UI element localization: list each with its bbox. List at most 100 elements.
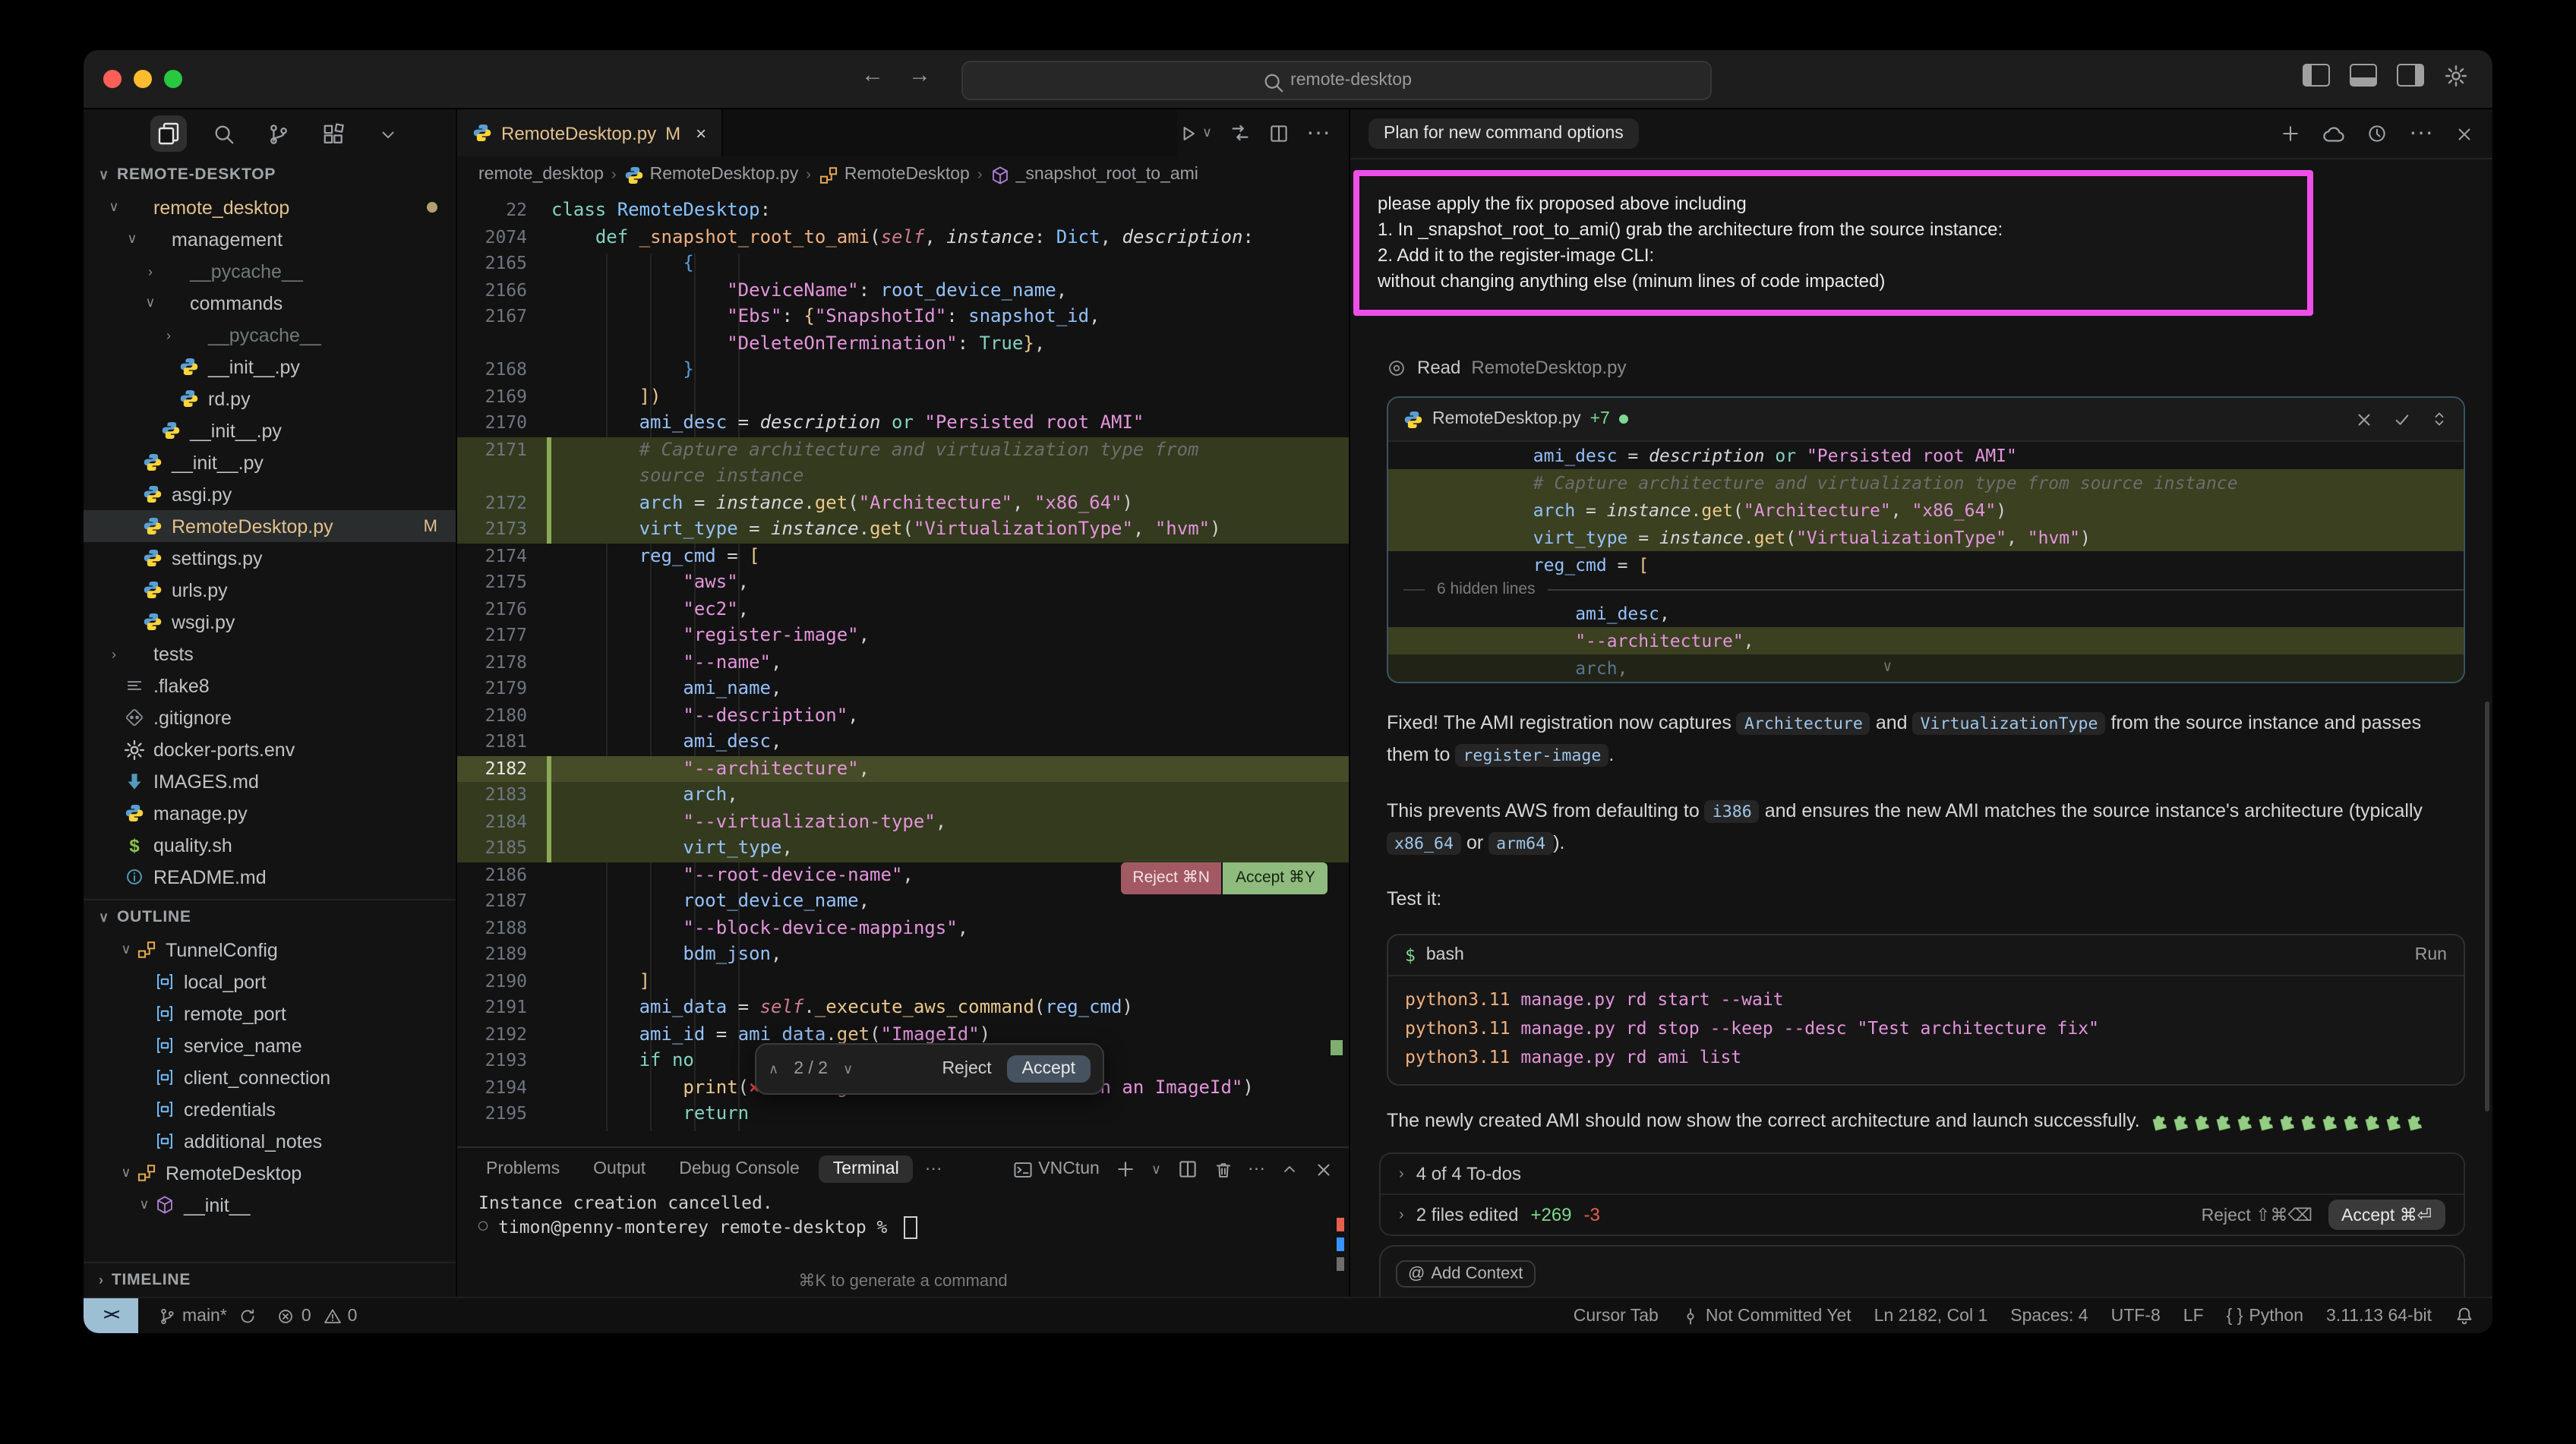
code-line-2167[interactable]: 2167 "Ebs": {"SnapshotId": snapshot_id, bbox=[457, 304, 1349, 330]
code-line-22[interactable]: 22class RemoteDesktop: bbox=[457, 197, 1349, 224]
tree-item--flake8[interactable]: .flake8 bbox=[84, 670, 456, 702]
tree-item-tests[interactable]: ›tests bbox=[84, 638, 456, 670]
code-line-2166[interactable]: 2166 "DeviceName": root_device_name, bbox=[457, 277, 1349, 304]
toggle-right-panel-icon[interactable] bbox=[2397, 64, 2424, 87]
tree-item-rd-py[interactable]: rd.py bbox=[84, 383, 456, 415]
code-line-2188[interactable]: 2188 "--block-device-mappings", bbox=[457, 915, 1349, 941]
search-view-icon[interactable] bbox=[205, 115, 242, 152]
panel-tab-terminal[interactable]: Terminal bbox=[819, 1156, 913, 1183]
forward-arrow-icon[interactable]: → bbox=[908, 62, 931, 88]
gear-icon[interactable] bbox=[2444, 64, 2468, 88]
maximize-window-button[interactable] bbox=[164, 70, 182, 88]
tree-item-remote-port[interactable]: remote_port bbox=[84, 998, 456, 1029]
cloud-icon[interactable] bbox=[2322, 122, 2345, 145]
reject-all-button[interactable]: Reject ⇧⌘⌫ bbox=[2202, 1204, 2312, 1225]
outline-section-header[interactable]: ∨OUTLINE bbox=[84, 899, 456, 934]
tree-item-docker-ports-env[interactable]: docker-ports.env bbox=[84, 733, 456, 765]
tree-item-urls-py[interactable]: urls.py bbox=[84, 574, 456, 606]
tree-item-additional-notes[interactable]: additional_notes bbox=[84, 1125, 456, 1157]
panel-tab-output[interactable]: Output bbox=[579, 1156, 659, 1183]
commit-status[interactable]: Not Committed Yet bbox=[1681, 1307, 1852, 1325]
code-line-2178[interactable]: 2178 "--name", bbox=[457, 649, 1349, 676]
new-chat-icon[interactable] bbox=[2280, 123, 2301, 144]
expand-icon[interactable] bbox=[2430, 409, 2448, 429]
code-line-2184[interactable]: 2184 "--virtualization-type", bbox=[457, 809, 1349, 835]
prev-change-icon[interactable]: ∧ bbox=[769, 1061, 778, 1077]
minimize-window-button[interactable] bbox=[134, 70, 152, 88]
tree-item-images-md[interactable]: IMAGES.md bbox=[84, 765, 456, 797]
tree-item-client-connection[interactable]: client_connection bbox=[84, 1061, 456, 1093]
code-line-2187[interactable]: 2187 root_device_name, bbox=[457, 888, 1349, 915]
tree-item--gitignore[interactable]: .gitignore bbox=[84, 702, 456, 733]
history-icon[interactable] bbox=[2366, 123, 2388, 144]
tree-item-credentials[interactable]: credentials bbox=[84, 1093, 456, 1125]
run-command-button[interactable]: Run bbox=[2415, 946, 2447, 964]
open-changes-icon[interactable] bbox=[1229, 121, 1252, 144]
next-change-icon[interactable]: ∨ bbox=[843, 1061, 853, 1077]
command-search-input[interactable]: remote-desktop bbox=[961, 61, 1712, 100]
timeline-section-header[interactable]: ›TIMELINE bbox=[84, 1262, 456, 1297]
source-control-icon[interactable] bbox=[260, 115, 296, 152]
tree-item--init-py[interactable]: __init__.py bbox=[84, 446, 456, 478]
code-line-2182[interactable]: 2182 "--architecture", bbox=[457, 755, 1349, 782]
tab-remotedesktop-py[interactable]: RemoteDesktop.py M × bbox=[457, 109, 723, 156]
tree-item--pycache-[interactable]: ›__pycache__ bbox=[84, 319, 456, 351]
files-edited-row[interactable]: › 2 files edited +269 -3 Reject ⇧⌘⌫ Acce… bbox=[1381, 1193, 2464, 1234]
diff-card-header[interactable]: RemoteDesktop.py +7 bbox=[1388, 398, 2464, 442]
eol-indicator[interactable]: LF bbox=[2183, 1307, 2204, 1325]
tree-item-remotedesktop[interactable]: ∨RemoteDesktop bbox=[84, 1157, 456, 1189]
sync-icon[interactable] bbox=[239, 1307, 257, 1325]
close-panel-icon[interactable] bbox=[2454, 124, 2474, 143]
panel-tab-problems[interactable]: Problems bbox=[472, 1156, 573, 1183]
accept-all-button[interactable]: Accept ⌘⏎ bbox=[2328, 1200, 2445, 1230]
terminal-profile-dropdown-icon[interactable]: ∨ bbox=[1151, 1161, 1161, 1178]
panel-tab-debug-console[interactable]: Debug Console bbox=[665, 1156, 813, 1183]
breadcrumb-item[interactable]: _snapshot_root_to_ami bbox=[990, 165, 1198, 184]
tree-item-management[interactable]: ∨management bbox=[84, 223, 456, 255]
back-arrow-icon[interactable]: ← bbox=[861, 62, 884, 88]
hidden-lines-divider[interactable]: 6 hidden lines bbox=[1388, 579, 2464, 600]
chat-scroll-area[interactable]: please apply the fix proposed above incl… bbox=[1350, 159, 2492, 1297]
kill-terminal-icon[interactable] bbox=[1213, 1159, 1233, 1179]
code-line-2179[interactable]: 2179 ami_name, bbox=[457, 676, 1349, 702]
code-line-2177[interactable]: 2177 "register-image", bbox=[457, 623, 1349, 649]
close-panel-icon[interactable] bbox=[1314, 1159, 1334, 1179]
python-version[interactable]: 3.11.13 64-bit bbox=[2326, 1307, 2432, 1325]
code-line-2169[interactable]: 2169 ]) bbox=[457, 383, 1349, 410]
code-line-2074[interactable]: 2074 def _snapshot_root_to_ami(self, ins… bbox=[457, 224, 1349, 251]
code-line-2195[interactable]: 2195 return bbox=[457, 1101, 1349, 1127]
split-terminal-icon[interactable] bbox=[1176, 1159, 1198, 1180]
toggle-left-panel-icon[interactable] bbox=[2303, 64, 2330, 87]
tree-item-settings-py[interactable]: settings.py bbox=[84, 542, 456, 574]
code-line-2183[interactable]: 2183 arch, bbox=[457, 782, 1349, 809]
code-line-2190[interactable]: 2190 ] bbox=[457, 968, 1349, 995]
run-python-file-icon[interactable] bbox=[1178, 122, 1199, 143]
tree-item--init-[interactable]: ∨__init__ bbox=[84, 1189, 456, 1221]
terminal-session-item[interactable]: VNCtun bbox=[1012, 1159, 1100, 1179]
encoding[interactable]: UTF-8 bbox=[2111, 1307, 2161, 1325]
extensions-icon[interactable] bbox=[314, 115, 351, 152]
explorer-section-header[interactable]: ∨REMOTE-DESKTOP bbox=[84, 158, 456, 191]
tree-item-readme-md[interactable]: README.md bbox=[84, 861, 456, 893]
more-actions-icon[interactable]: ··· bbox=[1306, 119, 1331, 147]
tab-close-icon[interactable]: × bbox=[696, 122, 706, 143]
terminal-more-actions-icon[interactable]: ··· bbox=[1248, 1160, 1265, 1178]
code-line-2168[interactable]: 2168 } bbox=[457, 357, 1349, 383]
explorer-icon[interactable] bbox=[150, 115, 187, 152]
maximize-panel-icon[interactable] bbox=[1280, 1160, 1299, 1178]
breadcrumb-item[interactable]: remote_desktop bbox=[478, 166, 604, 184]
todos-row[interactable]: › 4 of 4 To-dos bbox=[1381, 1154, 2464, 1193]
reject-change-button[interactable]: Reject bbox=[942, 1060, 991, 1078]
breadcrumb-item[interactable]: RemoteDesktop bbox=[819, 165, 970, 184]
tree-item--pycache-[interactable]: ›__pycache__ bbox=[84, 255, 456, 287]
code-line-wrap[interactable]: "DeleteOnTermination": True}, bbox=[457, 330, 1349, 357]
tree-item--init-py[interactable]: __init__.py bbox=[84, 415, 456, 446]
tree-item--init-py[interactable]: __init__.py bbox=[84, 351, 456, 383]
run-dropdown-icon[interactable]: ∨ bbox=[1202, 125, 1212, 141]
tree-item-remotedesktop-py[interactable]: RemoteDesktop.pyM bbox=[84, 510, 456, 542]
bell-icon[interactable] bbox=[2454, 1306, 2474, 1326]
tree-item-remote-desktop[interactable]: ∨remote_desktop bbox=[84, 191, 456, 223]
code-editor[interactable]: 22class RemoteDesktop:2074 def _snapshot… bbox=[457, 193, 1349, 1146]
remote-indicator[interactable]: >< bbox=[84, 1298, 138, 1333]
problems-indicator[interactable]: 0 0 bbox=[277, 1307, 358, 1325]
